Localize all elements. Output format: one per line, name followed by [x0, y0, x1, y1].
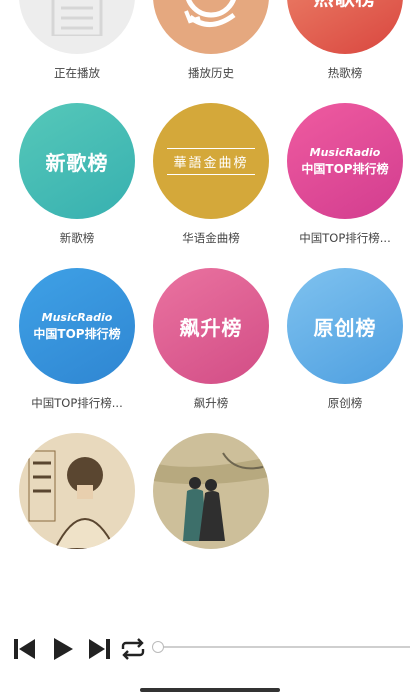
logo-line-1: MusicRadio	[309, 145, 381, 159]
music-radio-logo: MusicRadio 中国TOP排行榜	[33, 311, 120, 342]
tile-hot-songs[interactable]: 热歌榜 热歌榜	[278, 0, 412, 81]
hot-songs-cover: 热歌榜	[287, 0, 403, 54]
tile-new-songs[interactable]: 新歌榜 新歌榜	[10, 103, 144, 246]
tile-label: 中国TOP排行榜...	[31, 396, 123, 410]
tile-china-top-1[interactable]: MusicRadio 中国TOP排行榜 中国TOP排行榜...	[278, 103, 412, 246]
tile-album-2[interactable]	[144, 433, 278, 560]
tile-label: 热歌榜	[327, 66, 363, 80]
tile-play-history[interactable]: 播放历史	[144, 0, 278, 81]
skip-previous-button[interactable]	[12, 636, 38, 662]
repeat-icon	[121, 638, 145, 660]
cover-title: 新歌榜	[45, 150, 109, 175]
album-cover	[153, 433, 269, 549]
skip-next-icon	[89, 639, 110, 659]
original-cover: 原创榜	[287, 268, 403, 384]
cover-title: 原创榜	[313, 315, 377, 340]
seek-bar-thumb[interactable]	[152, 641, 164, 653]
logo-line-2: 中国TOP排行榜	[33, 326, 121, 341]
repeat-button[interactable]	[120, 636, 146, 662]
player-bar	[0, 614, 420, 684]
album-cover	[19, 433, 135, 549]
chinese-classics-cover: 華語金曲榜	[153, 103, 269, 219]
tile-now-playing[interactable]: 正在播放	[10, 0, 144, 81]
logo-line-2: 中国TOP排行榜	[301, 161, 389, 176]
tile-label: 飙升榜	[193, 396, 229, 410]
seek-bar[interactable]	[152, 641, 410, 653]
chart-grid-viewport: 正在播放 播放历史 热歌榜 热歌榜	[0, 0, 420, 564]
play-history-cover	[153, 0, 269, 54]
tile-label: 正在播放	[54, 66, 100, 80]
cover-title: 飙升榜	[179, 315, 243, 340]
skip-previous-icon	[14, 639, 35, 659]
music-radio-logo: MusicRadio 中国TOP排行榜	[301, 146, 388, 177]
tile-label: 中国TOP排行榜...	[299, 231, 391, 245]
logo-line-1: MusicRadio	[41, 310, 113, 324]
album-art-painting	[153, 452, 269, 541]
document-music-icon	[51, 0, 103, 36]
chart-grid: 正在播放 播放历史 热歌榜 热歌榜	[0, 0, 420, 560]
new-songs-cover: 新歌榜	[19, 103, 135, 219]
tile-original[interactable]: 原创榜 原创榜	[278, 268, 412, 411]
play-button[interactable]	[50, 636, 76, 662]
cover-title: 華語金曲榜	[167, 147, 255, 175]
now-playing-cover	[19, 0, 135, 54]
tile-label: 新歌榜	[59, 231, 95, 245]
tile-label: 播放历史	[188, 66, 234, 80]
home-indicator	[140, 688, 280, 692]
tile-china-top-2[interactable]: MusicRadio 中国TOP排行榜 中国TOP排行榜...	[10, 268, 144, 411]
skip-next-button[interactable]	[86, 636, 112, 662]
soaring-cover: 飙升榜	[153, 268, 269, 384]
china-top-cover: MusicRadio 中国TOP排行榜	[19, 268, 135, 384]
album-art-portrait	[28, 450, 117, 549]
china-top-cover: MusicRadio 中国TOP排行榜	[287, 103, 403, 219]
play-icon	[54, 638, 73, 660]
tile-soaring[interactable]: 飙升榜 飙升榜	[144, 268, 278, 411]
tile-label: 原创榜	[327, 396, 363, 410]
cover-title: 热歌榜	[314, 0, 377, 11]
tile-label: 华语金曲榜	[182, 231, 240, 245]
tile-album-1[interactable]	[10, 433, 144, 560]
tile-chinese-classics[interactable]: 華語金曲榜 华语金曲榜	[144, 103, 278, 246]
history-clock-icon	[184, 0, 236, 27]
